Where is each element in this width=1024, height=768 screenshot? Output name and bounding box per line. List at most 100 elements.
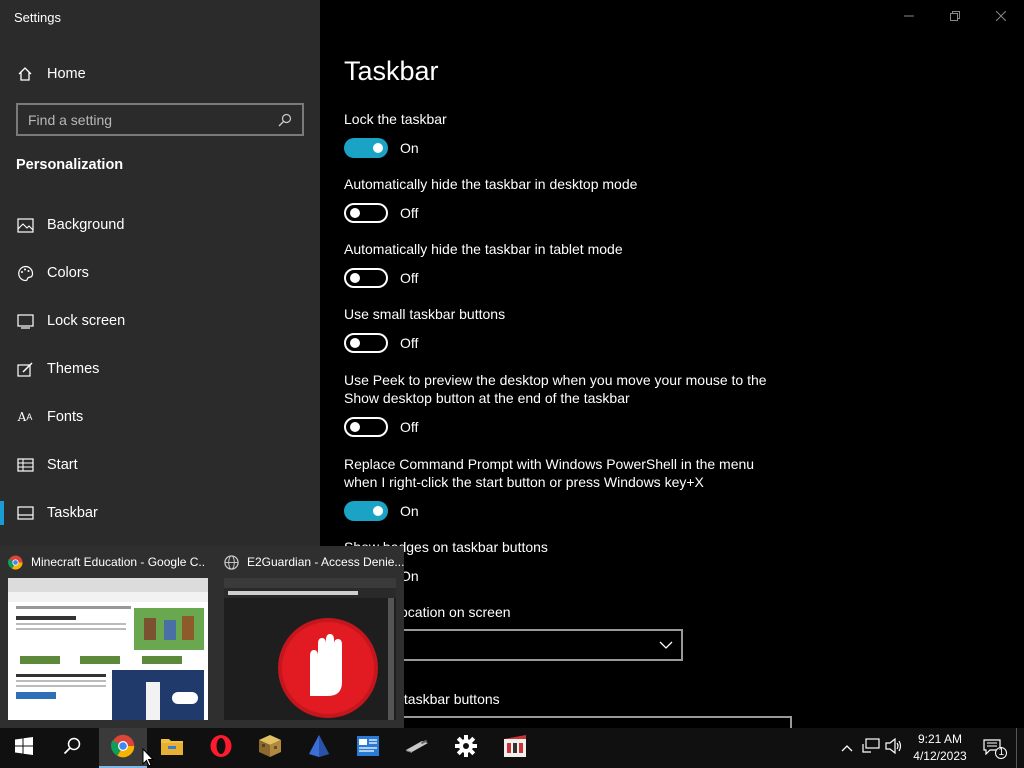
setting-peek-label: Use Peek to preview the desktop when you…	[344, 372, 767, 406]
lock-taskbar-toggle[interactable]	[344, 138, 388, 158]
chrome-icon	[8, 554, 23, 570]
setting-autohide-desktop-label: Automatically hide the taskbar in deskto…	[344, 176, 638, 192]
start-icon	[16, 456, 34, 474]
action-center-button[interactable]: 1	[980, 728, 1007, 768]
window-controls	[886, 0, 1024, 32]
search-button[interactable]	[48, 728, 96, 768]
clock[interactable]: 9:21 AM 4/12/2023	[906, 731, 974, 765]
globe-icon	[224, 554, 239, 570]
page-title: Taskbar	[344, 56, 439, 86]
home-icon	[16, 65, 34, 83]
toggle-state: On	[400, 503, 419, 519]
toggle-state: Off	[400, 335, 419, 351]
close-button[interactable]	[978, 0, 1024, 32]
setting-autohide-tablet-label: Automatically hide the taskbar in tablet…	[344, 241, 623, 257]
taskbar-app-minecraft[interactable]	[246, 728, 294, 768]
network-icon	[862, 737, 880, 759]
taskbar-app-usb[interactable]	[393, 728, 441, 768]
small-buttons-toggle[interactable]	[344, 333, 388, 353]
start-button[interactable]	[0, 728, 48, 768]
brush-icon	[16, 360, 34, 378]
thumbnail-minecraft[interactable]: Minecraft Education - Google C...	[0, 546, 212, 728]
thumbnail-title: Minecraft Education - Google C...	[31, 555, 204, 569]
taskbar-app-chrome[interactable]	[99, 728, 147, 768]
chevron-down-icon	[659, 636, 673, 654]
sidebar-item-label: Taskbar	[47, 505, 98, 521]
restore-button[interactable]	[932, 0, 978, 32]
network-button[interactable]	[860, 728, 882, 768]
opera-icon	[209, 734, 233, 763]
mouse-cursor	[142, 747, 155, 768]
thumbnail-preview	[8, 578, 208, 720]
taskbar-thumbnail-popup: Minecraft Education - Google C... E2Guar…	[0, 546, 404, 728]
windows-logo-icon	[15, 736, 33, 760]
taskbar-app-mail[interactable]	[344, 728, 392, 768]
settings-gear-icon	[455, 734, 477, 762]
sidebar-item-lock-screen[interactable]: Lock screen	[0, 301, 320, 341]
thumbnail-e2guardian[interactable]: E2Guardian - Access Denie...	[216, 546, 404, 728]
taskbar-app-opera[interactable]	[197, 728, 245, 768]
autohide-desktop-toggle[interactable]	[344, 203, 388, 223]
clock-time: 9:21 AM	[917, 732, 963, 746]
search-input[interactable]	[28, 111, 278, 128]
thumbnail-title: E2Guardian - Access Denie...	[247, 555, 404, 569]
notification-icon: 1	[983, 739, 1007, 759]
toggle-state: Off	[400, 270, 419, 286]
chevron-up-icon	[841, 739, 853, 757]
thumbnail-preview	[224, 578, 396, 720]
section-title: Personalization	[16, 157, 124, 173]
search-box[interactable]	[16, 103, 304, 136]
setting-small-buttons-label: Use small taskbar buttons	[344, 306, 506, 322]
file-explorer-icon	[160, 736, 184, 761]
picture-icon	[16, 216, 34, 234]
taskbar-app-generic[interactable]	[295, 728, 343, 768]
combine-buttons-label: Combine taskbar buttons	[344, 691, 500, 707]
search-icon[interactable]	[278, 113, 292, 127]
powershell-toggle[interactable]	[344, 501, 388, 521]
toggle-state: On	[400, 140, 419, 156]
taskbar-location-label: Taskbar location on screen	[344, 604, 511, 620]
sidebar-item-label: Themes	[47, 361, 100, 377]
font-icon: AA	[17, 410, 33, 424]
minimize-button[interactable]	[886, 0, 932, 32]
setting-badges-label: Show badges on taskbar buttons	[344, 539, 548, 555]
sidebar-item-label: Fonts	[47, 409, 84, 425]
sidebar-item-label: Start	[47, 457, 78, 473]
volume-button[interactable]	[883, 728, 905, 768]
autohide-tablet-toggle[interactable]	[344, 268, 388, 288]
show-desktop-button[interactable]	[1016, 728, 1024, 768]
sidebar-item-colors[interactable]: Colors	[0, 253, 320, 293]
sidebar-item-label: Lock screen	[47, 313, 126, 329]
setting-powershell-label: Replace Command Prompt with Windows Powe…	[344, 456, 755, 490]
toggle-state: Off	[400, 205, 419, 221]
nav-home[interactable]: Home	[16, 60, 86, 88]
show-hidden-icons-button[interactable]	[836, 728, 858, 768]
nav-home-label: Home	[47, 66, 86, 82]
sidebar-item-background[interactable]: Background	[0, 205, 320, 245]
video-editor-icon	[503, 734, 527, 763]
lock-screen-icon	[16, 312, 34, 330]
toggle-state: Off	[400, 419, 419, 435]
settings-main: Taskbar Lock the taskbar On Automaticall…	[320, 0, 1024, 736]
minecraft-icon	[258, 734, 282, 763]
peek-toggle[interactable]	[344, 417, 388, 437]
search-icon	[63, 737, 81, 760]
chrome-icon	[111, 734, 135, 763]
sidebar-item-label: Colors	[47, 265, 89, 281]
notification-count-badge: 1	[995, 747, 1007, 759]
usb-icon	[404, 738, 430, 759]
volume-icon	[885, 737, 903, 759]
sidebar-item-label: Background	[47, 217, 125, 233]
sidebar-item-themes[interactable]: Themes	[0, 349, 320, 389]
taskbar-app-settings[interactable]	[442, 728, 490, 768]
app-icon	[307, 734, 331, 763]
sidebar-item-taskbar[interactable]: Taskbar	[0, 493, 320, 533]
sidebar-item-start[interactable]: Start	[0, 445, 320, 485]
taskbar-app-video-editor[interactable]	[491, 728, 539, 768]
sidebar-item-fonts[interactable]: AA Fonts	[0, 397, 320, 437]
palette-icon	[16, 264, 34, 282]
window-title: Settings	[14, 10, 61, 25]
clock-date: 4/12/2023	[913, 749, 967, 763]
setting-lock-taskbar-label: Lock the taskbar	[344, 111, 447, 127]
taskbar-app-file-explorer[interactable]	[148, 728, 196, 768]
